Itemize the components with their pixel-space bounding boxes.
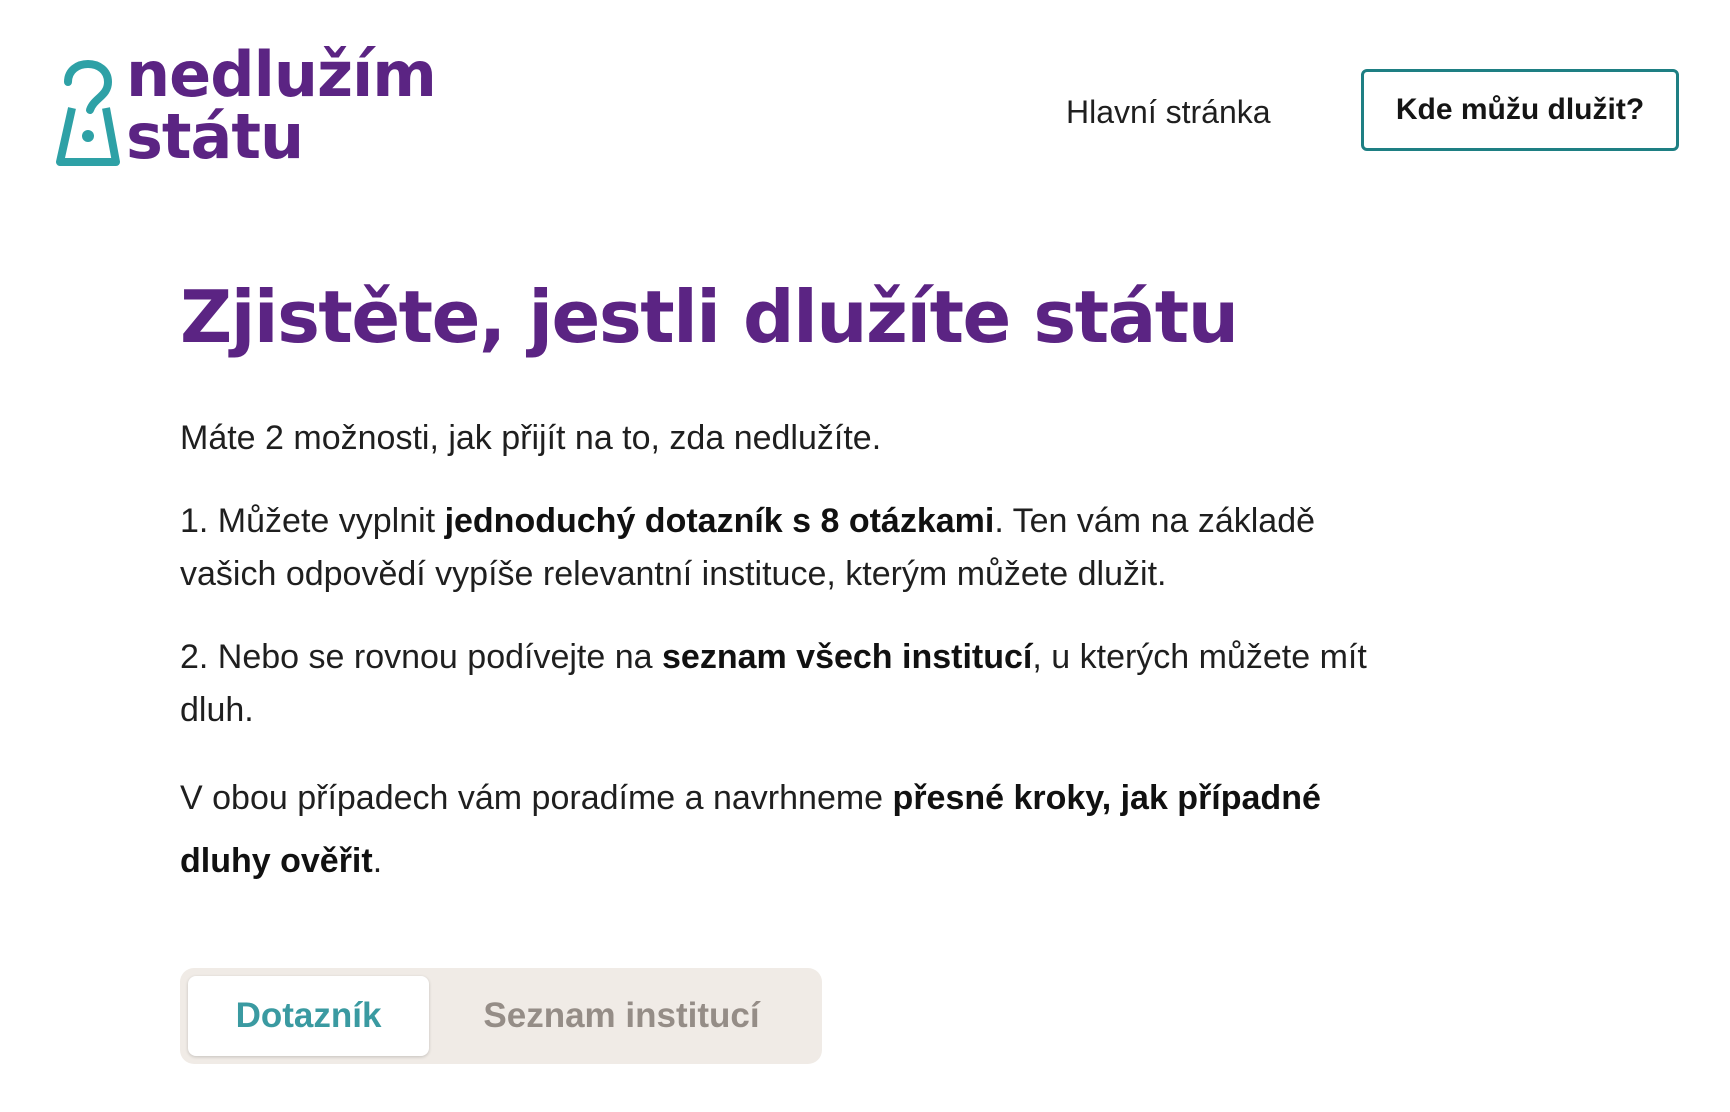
option-1-text: 1. Můžete vyplnit jednoduchý dotazník s … <box>180 495 1380 601</box>
intro-text: Máte 2 možnosti, jak přijít na to, zda n… <box>180 419 882 457</box>
option-1-prefix: 1. Můžete vyplnit <box>180 502 445 540</box>
site-logo[interactable]: nedlužím státu <box>54 38 437 173</box>
keyhole-question-icon <box>56 60 120 166</box>
nav-home-link[interactable]: Hlavní stránka <box>1066 92 1271 132</box>
logo-line-2: státu <box>126 100 304 173</box>
option-1-emphasis: jednoduchý dotazník s 8 otázkami <box>444 502 995 540</box>
mode-tabs: Dotazník Seznam institucí <box>180 968 822 1064</box>
logo-line-1: nedlužím <box>126 38 437 111</box>
closing-prefix: V obou případech vám poradíme a navrhnem… <box>180 779 893 817</box>
option-2-emphasis: seznam všech institucí <box>662 638 1033 676</box>
logo-wordmark: nedlužím státu <box>126 38 437 173</box>
tab-institutions-list[interactable]: Seznam institucí <box>429 976 814 1056</box>
page-title: Zjistěte, jestli dlužíte státu <box>180 275 1239 359</box>
main-content: Zjistěte, jestli dlužíte státu Máte 2 mo… <box>180 262 1380 893</box>
closing-text: V obou případech vám poradíme a navrhnem… <box>180 767 1380 893</box>
tab-questionnaire[interactable]: Dotazník <box>188 976 429 1056</box>
option-2-prefix: 2. Nebo se rovnou podívejte na <box>180 638 662 676</box>
option-2-text: 2. Nebo se rovnou podívejte na seznam vš… <box>180 631 1380 737</box>
closing-suffix: . <box>372 842 383 880</box>
where-can-i-owe-button[interactable]: Kde můžu dlužit? <box>1361 69 1679 151</box>
